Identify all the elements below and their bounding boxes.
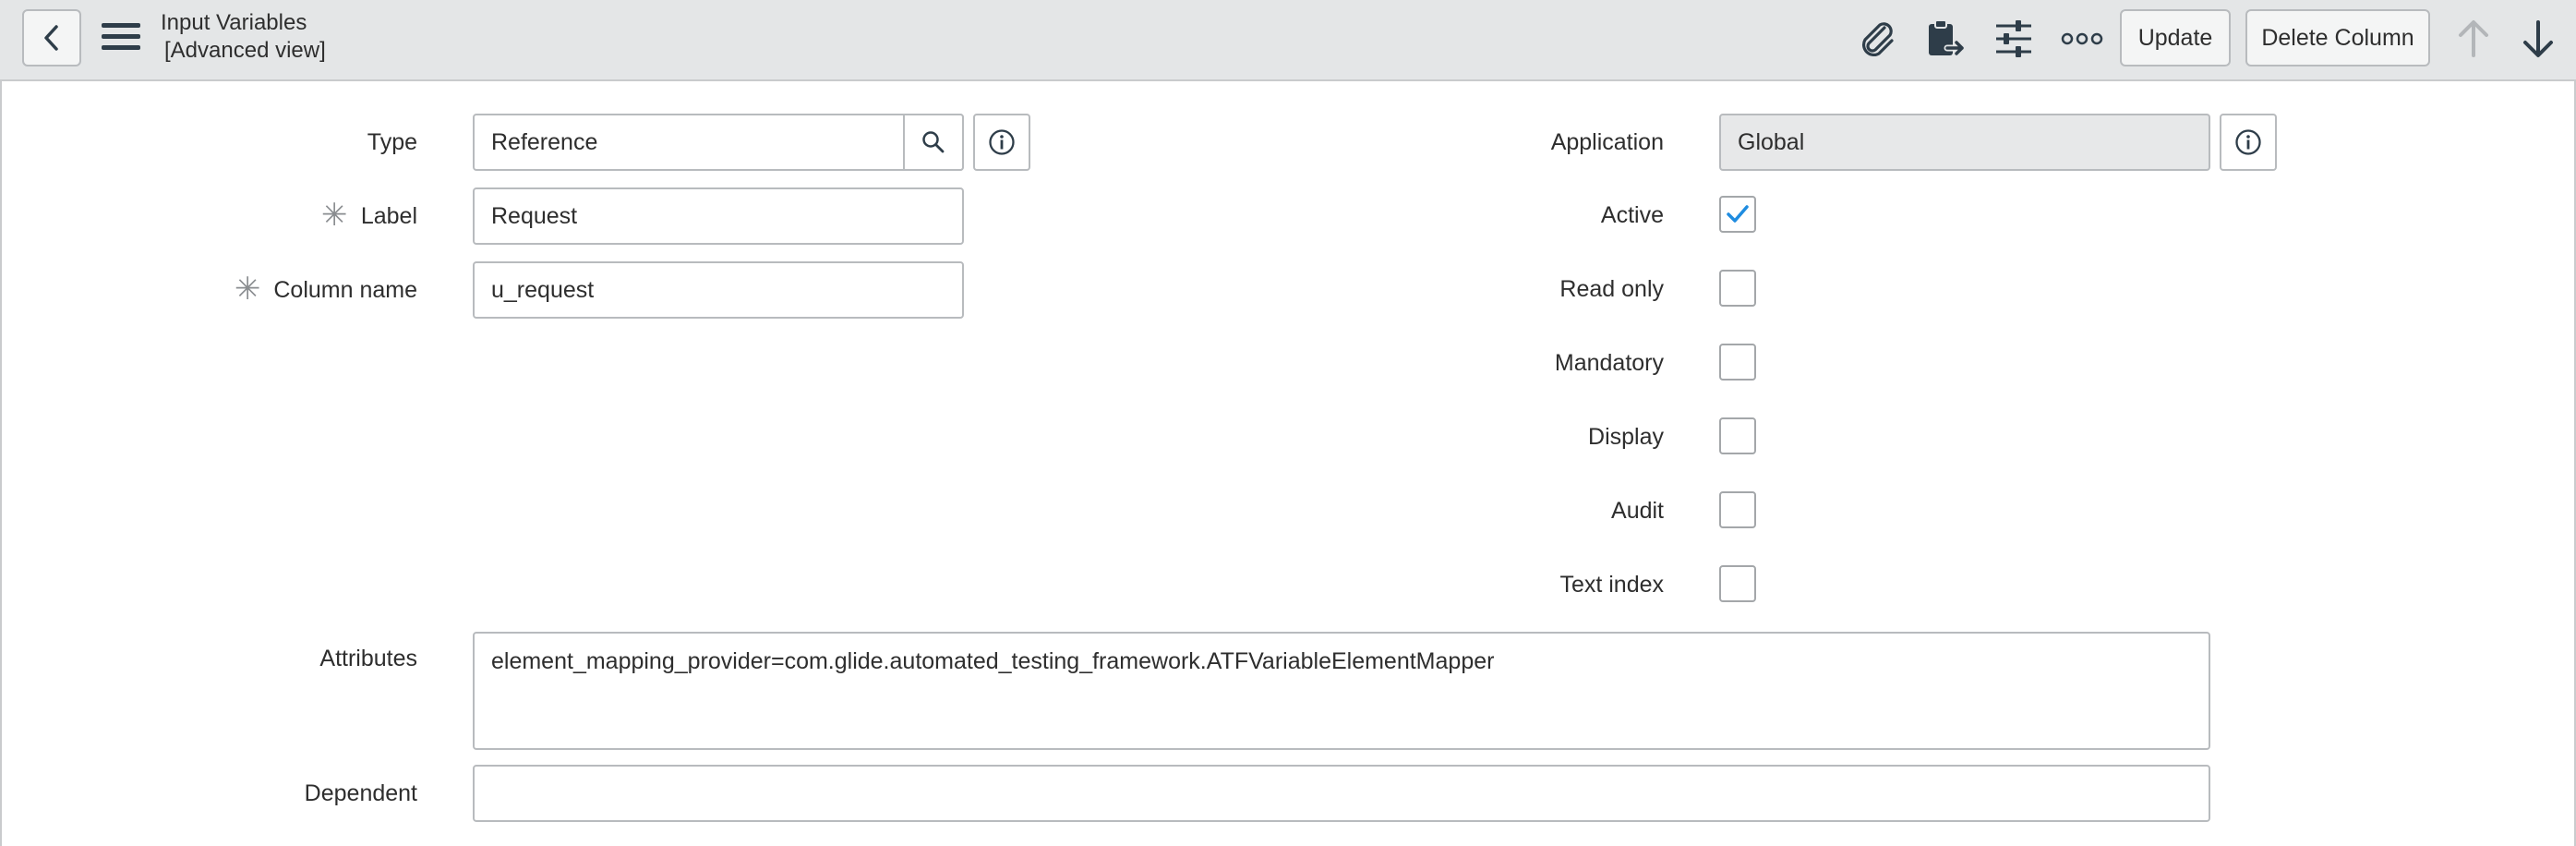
active-label: Active <box>1600 202 1664 228</box>
arrow-up-icon <box>2459 20 2488 57</box>
back-button[interactable] <box>22 9 81 66</box>
attributes-value: element_mapping_provider=com.glide.autom… <box>491 648 1495 674</box>
checkmark-icon <box>1727 205 1749 223</box>
label-field[interactable]: Request <box>473 187 964 245</box>
next-record-button[interactable] <box>2515 17 2561 61</box>
display-checkbox[interactable] <box>1719 417 1756 454</box>
audit-checkbox[interactable] <box>1719 491 1756 528</box>
attachments-button[interactable] <box>1854 17 1900 61</box>
form-title: Input Variables [Advanced view] <box>161 9 326 65</box>
more-options-button[interactable] <box>2059 17 2105 61</box>
read-only-label: Read only <box>1559 276 1664 302</box>
context-menu-button[interactable] <box>100 18 142 55</box>
type-lookup-button[interactable] <box>903 114 964 171</box>
info-icon <box>989 129 1015 155</box>
sliders-icon <box>1996 20 2031 57</box>
mandatory-label: Mandatory <box>1554 350 1664 376</box>
clipboard-export-icon <box>1929 19 1966 57</box>
arrow-down-icon <box>2523 20 2553 57</box>
type-field[interactable]: Reference <box>473 114 964 171</box>
column-name-field[interactable]: u_request <box>473 261 964 319</box>
application-info-button[interactable] <box>2220 114 2277 171</box>
search-icon <box>922 131 945 153</box>
display-label: Display <box>1588 424 1664 450</box>
hamburger-menu-icon <box>102 23 140 50</box>
text-index-checkbox[interactable] <box>1719 565 1756 602</box>
form-left-border <box>0 81 2 846</box>
label-value: Request <box>491 202 578 229</box>
column-name-required-indicator: ✳ <box>235 272 261 307</box>
type-label: Type <box>367 129 417 155</box>
more-options-icon <box>2061 32 2103 45</box>
audit-label: Audit <box>1611 498 1664 524</box>
type-value: Reference <box>491 128 598 155</box>
attributes-label: Attributes <box>319 646 417 671</box>
view-indicator: [Advanced view] <box>164 38 326 63</box>
info-icon <box>2235 129 2261 155</box>
previous-record-button[interactable] <box>2450 17 2497 61</box>
update-button[interactable]: Update <box>2120 9 2231 66</box>
active-checkbox[interactable] <box>1719 196 1756 233</box>
dependent-label: Dependent <box>304 780 417 806</box>
back-icon <box>44 25 58 51</box>
type-info-button[interactable] <box>973 114 1030 171</box>
application-label: Application <box>1550 129 1664 155</box>
attributes-field[interactable]: element_mapping_provider=com.glide.autom… <box>473 632 2210 750</box>
column-name-label: Column name <box>273 277 417 303</box>
label-label: Label <box>360 203 417 229</box>
paperclip-icon <box>1861 22 1894 57</box>
dependent-field[interactable] <box>473 765 2210 822</box>
column-name-value: u_request <box>491 276 595 303</box>
mandatory-checkbox[interactable] <box>1719 344 1756 381</box>
text-index-label: Text index <box>1559 572 1664 598</box>
page-title: Input Variables <box>161 10 307 35</box>
personalize-form-button[interactable] <box>1991 17 2037 61</box>
clipboard-export-button[interactable] <box>1922 17 1968 61</box>
read-only-checkbox[interactable] <box>1719 270 1756 307</box>
application-field: Global <box>1719 114 2210 171</box>
form-header: Input Variables [Advanced view] Update D… <box>0 0 2576 81</box>
delete-column-button[interactable]: Delete Column <box>2245 9 2430 66</box>
application-value: Global <box>1738 128 1805 155</box>
